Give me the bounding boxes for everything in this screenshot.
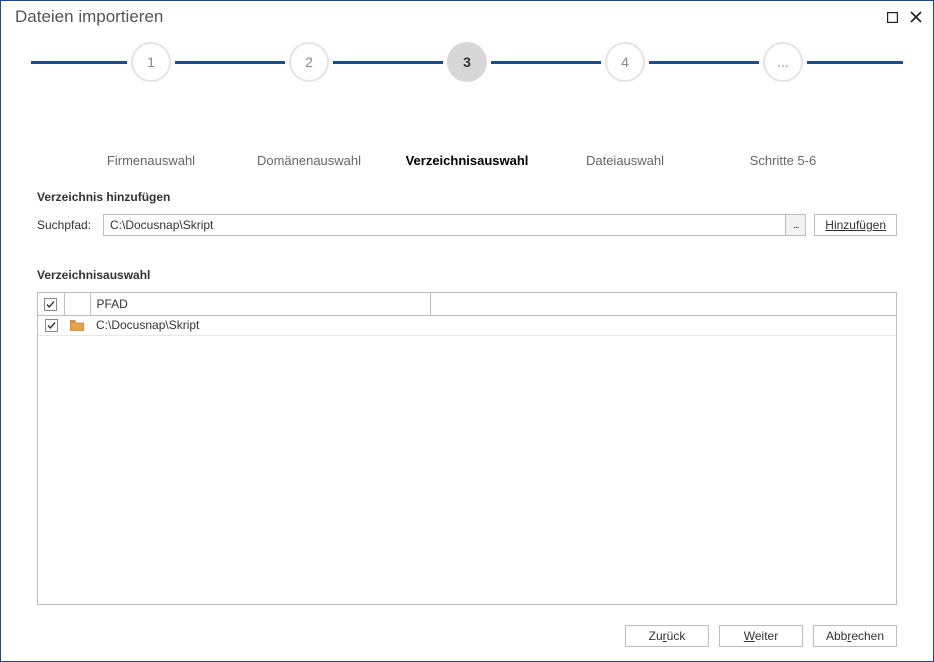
step-more-circle: ...: [763, 42, 803, 82]
directory-table: PFAD: [38, 293, 896, 336]
header-checkbox-cell: [38, 293, 64, 315]
step-4[interactable]: 4: [555, 41, 695, 86]
back-button[interactable]: Zurück: [625, 625, 709, 647]
cancel-button[interactable]: Abbrechen: [813, 625, 897, 647]
step-1[interactable]: 1: [81, 41, 221, 86]
add-button[interactable]: Hinzufügen: [814, 214, 897, 236]
maximize-icon[interactable]: [885, 10, 899, 24]
select-all-checkbox[interactable]: [44, 298, 57, 311]
row-spacer: [430, 315, 896, 335]
step-1-circle: 1: [131, 42, 171, 82]
wizard-stepper: 1 2 3 4 ... Firmenauswahl Domänenauswahl…: [1, 31, 933, 168]
row-icon-cell: [64, 315, 90, 335]
header-spacer: [430, 293, 896, 315]
close-icon[interactable]: [909, 10, 923, 24]
search-path-input[interactable]: [104, 215, 785, 235]
search-path-field: ...: [103, 214, 806, 236]
directory-select-title: Verzeichnisauswahl: [37, 268, 897, 282]
row-checkbox[interactable]: [45, 319, 58, 332]
row-checkbox-cell: [38, 315, 64, 335]
header-icon-cell: [64, 293, 90, 315]
add-directory-row: Suchpfad: ... Hinzufügen: [37, 214, 897, 236]
table-row[interactable]: C:\Docusnap\Skript: [38, 315, 896, 335]
table-empty-space: [38, 336, 896, 605]
step-more[interactable]: ...: [713, 41, 853, 86]
step-3-label: Verzeichnisauswahl: [397, 153, 537, 168]
table-header-row: PFAD: [38, 293, 896, 315]
titlebar: Dateien importieren: [1, 1, 933, 31]
step-3[interactable]: 3: [397, 41, 537, 86]
content-area: Verzeichnis hinzufügen Suchpfad: ... Hin…: [1, 168, 933, 615]
row-path: C:\Docusnap\Skript: [90, 315, 430, 335]
dialog-footer: Zurück Weiter Abbrechen: [1, 615, 933, 661]
browse-button[interactable]: ...: [785, 215, 805, 235]
folder-icon: [70, 320, 84, 331]
header-path: PFAD: [90, 293, 430, 315]
window-title: Dateien importieren: [15, 7, 163, 27]
step-4-circle: 4: [605, 42, 645, 82]
dialog-window: Dateien importieren 1 2 3: [0, 0, 934, 662]
titlebar-controls: [885, 10, 923, 24]
step-more-label: Schritte 5-6: [713, 153, 853, 168]
add-directory-title: Verzeichnis hinzufügen: [37, 190, 897, 204]
next-button[interactable]: Weiter: [719, 625, 803, 647]
step-2[interactable]: 2: [239, 41, 379, 86]
step-1-label: Firmenauswahl: [81, 153, 221, 168]
step-3-circle: 3: [447, 42, 487, 82]
step-4-label: Dateiauswahl: [555, 153, 695, 168]
step-2-label: Domänenauswahl: [239, 153, 379, 168]
step-2-circle: 2: [289, 42, 329, 82]
search-path-label: Suchpfad:: [37, 218, 95, 232]
directory-table-wrap: PFAD: [37, 292, 897, 605]
